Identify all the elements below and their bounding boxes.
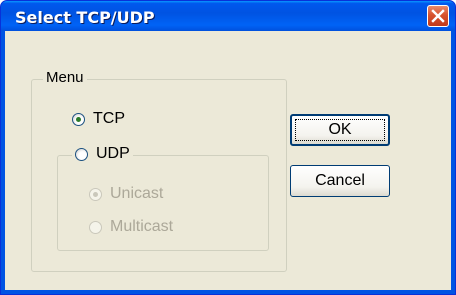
focus-rectangle <box>295 119 385 141</box>
window-title: Select TCP/UDP <box>15 8 155 27</box>
multicast-radio-dot[interactable] <box>89 220 102 234</box>
menu-group-label: Menu <box>43 69 87 86</box>
dialog-window: Select TCP/UDP Menu TCP UDP Unicast Mult… <box>0 0 456 295</box>
udp-radio-label[interactable]: UDP <box>96 145 130 163</box>
multicast-radio-label[interactable]: Multicast <box>110 218 173 236</box>
cancel-button-label: Cancel <box>315 172 365 189</box>
title-bar[interactable]: Select TCP/UDP <box>1 1 455 31</box>
ok-button[interactable]: OK <box>290 114 390 146</box>
udp-radio-dot[interactable] <box>75 147 88 161</box>
cancel-button[interactable]: Cancel <box>290 165 390 197</box>
tcp-radio[interactable]: TCP <box>72 110 125 128</box>
tcp-radio-dot[interactable] <box>72 112 85 126</box>
unicast-radio-dot[interactable] <box>89 187 102 201</box>
unicast-radio-label[interactable]: Unicast <box>110 185 163 203</box>
unicast-radio[interactable]: Unicast <box>89 185 163 203</box>
udp-groupbox: UDP <box>57 145 269 251</box>
dialog-body: Menu TCP UDP Unicast Multicast OK Cancel <box>5 31 451 290</box>
udp-radio[interactable]: UDP <box>72 145 133 163</box>
close-button[interactable] <box>427 5 449 27</box>
multicast-radio[interactable]: Multicast <box>89 218 173 236</box>
tcp-radio-label[interactable]: TCP <box>93 110 125 128</box>
close-icon <box>431 9 445 23</box>
